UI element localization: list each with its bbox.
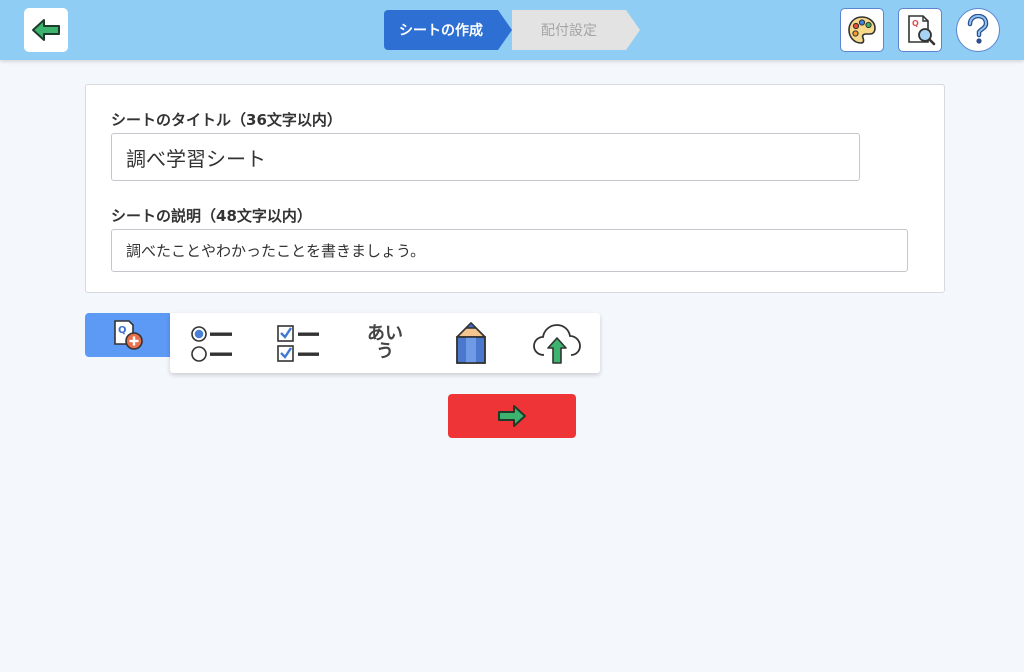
pencil-icon xyxy=(456,322,486,364)
back-button[interactable] xyxy=(24,8,68,52)
question-icon xyxy=(967,14,989,44)
multiple-choice-item[interactable] xyxy=(264,319,334,367)
sheet-info-card: シートのタイトル（36文字以内） シートの説明（48文字以内） xyxy=(85,84,945,293)
arrow-left-icon xyxy=(32,19,60,41)
help-button[interactable] xyxy=(956,8,1000,52)
palette-icon xyxy=(848,16,876,44)
arrow-right-icon xyxy=(498,405,526,427)
add-question-icon: Q xyxy=(113,320,143,350)
next-button[interactable] xyxy=(448,394,576,438)
handwriting-item[interactable] xyxy=(436,319,506,367)
cloud-upload-icon xyxy=(533,324,581,364)
description-label: シートの説明（48文字以内） xyxy=(111,207,312,225)
text-answer-item[interactable]: あい う xyxy=(350,319,420,367)
title-input[interactable] xyxy=(111,133,860,181)
top-bar: シートの作成 配付設定 Q xyxy=(0,0,1024,60)
step-indicator: シートの作成 配付設定 xyxy=(384,10,644,50)
description-input[interactable] xyxy=(111,229,908,272)
kana-bottom: う xyxy=(376,341,394,362)
preview-button[interactable]: Q xyxy=(898,8,942,52)
single-choice-item[interactable] xyxy=(178,319,248,367)
upload-item[interactable] xyxy=(522,319,592,367)
step-distribution-settings[interactable]: 配付設定 xyxy=(512,10,640,50)
single-choice-icon xyxy=(191,326,232,362)
document-search-icon: Q xyxy=(908,15,936,46)
svg-text:Q: Q xyxy=(912,19,919,28)
step-create-sheet[interactable]: シートの作成 xyxy=(384,10,512,50)
theme-button[interactable] xyxy=(840,8,884,52)
text-answer-icon: あい う xyxy=(367,325,403,361)
title-label: シートのタイトル（36文字以内） xyxy=(111,111,342,129)
question-type-palette: あい う xyxy=(170,313,600,373)
svg-text:Q: Q xyxy=(118,325,127,336)
add-question-button[interactable]: Q xyxy=(85,313,170,357)
multiple-choice-icon xyxy=(277,325,319,362)
